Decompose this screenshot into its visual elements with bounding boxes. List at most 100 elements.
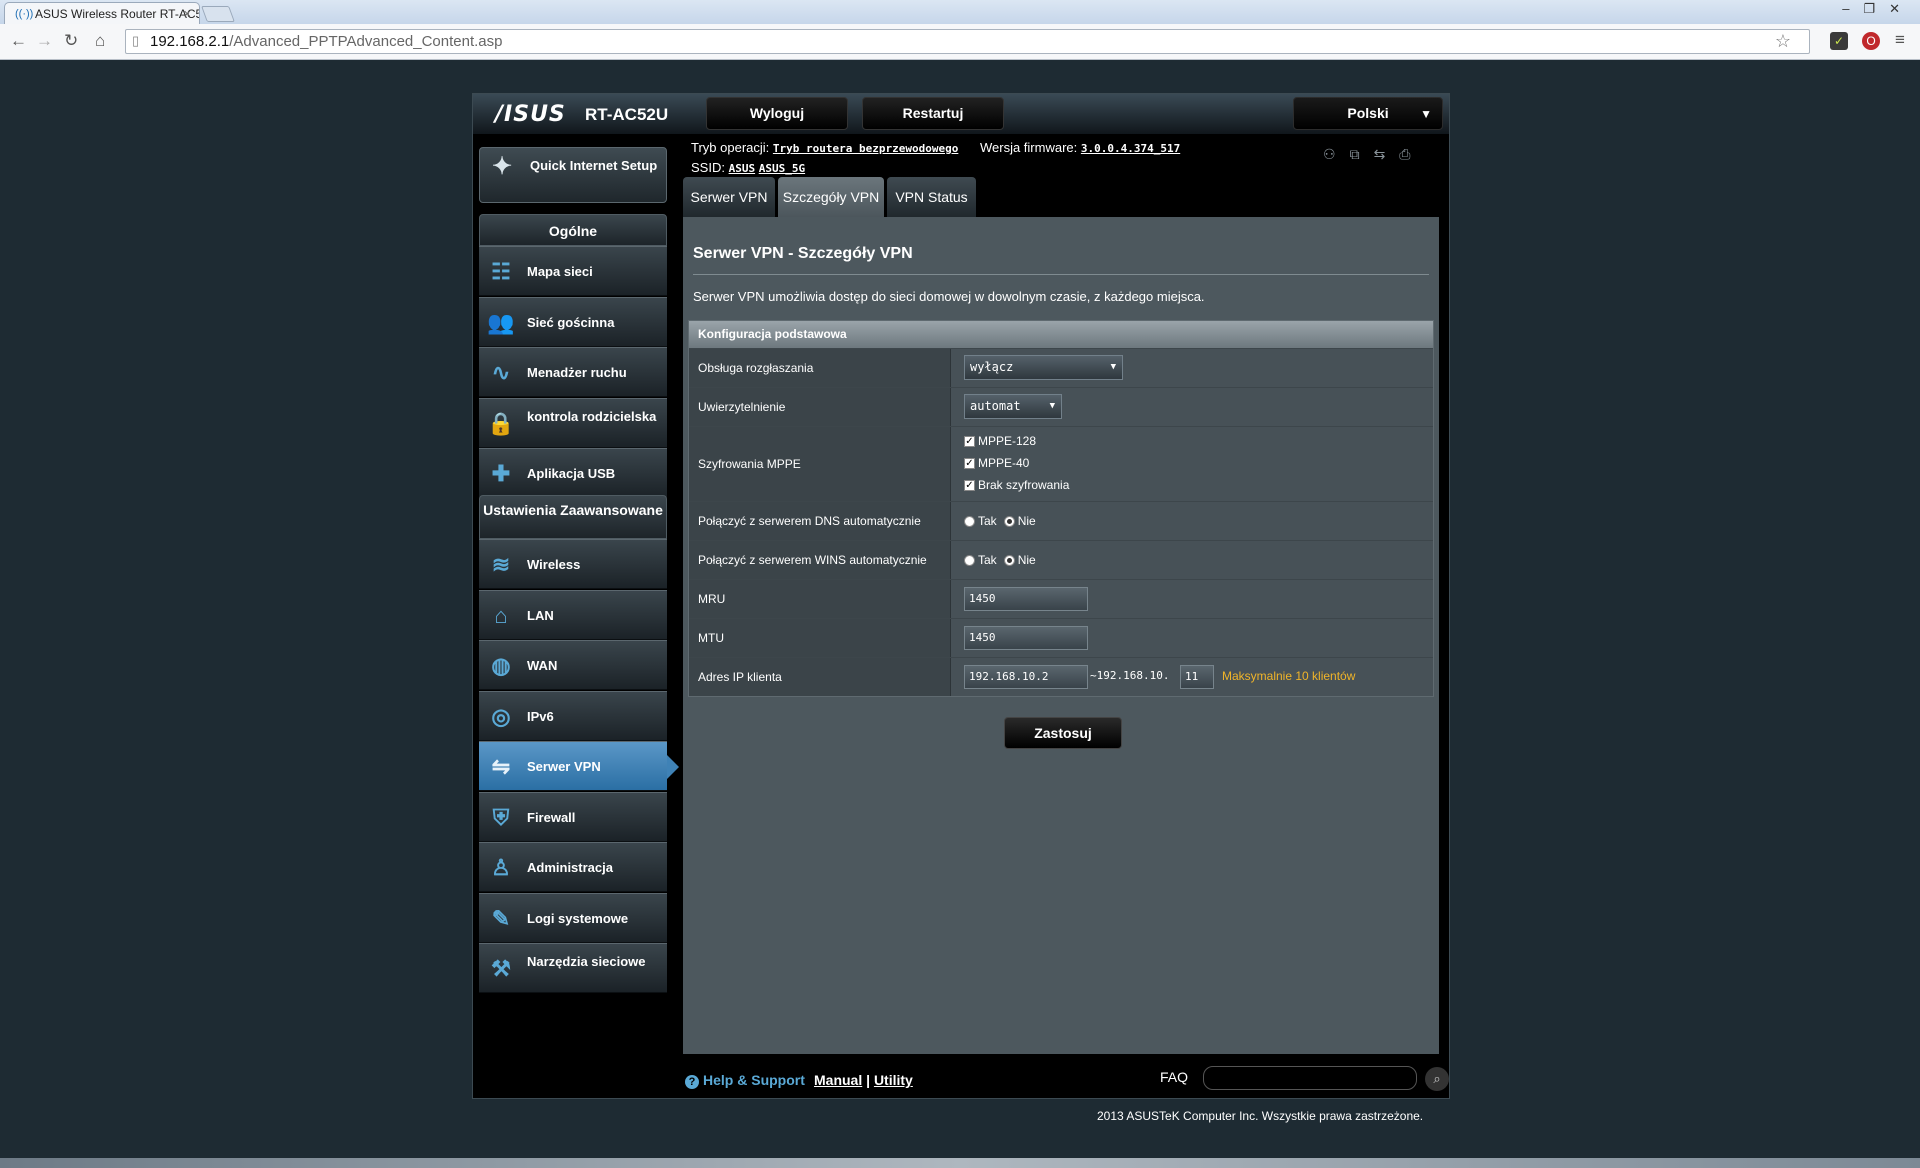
mppe-40-checkbox[interactable]: ✓ <box>964 457 975 469</box>
url-host: 192.168.2.1 <box>150 33 230 50</box>
sidebar-item-ipv6[interactable]: ◎ IPv6 <box>479 690 667 741</box>
mppe-row: Szyfrowania MPPE ✓ MPPE-128 ✓ MPPE-40 ✓ Bra… <box>689 426 1433 501</box>
magic-wand-icon: ✦ <box>492 153 513 180</box>
language-select[interactable]: Polski ▼ <box>1293 97 1443 130</box>
sidebar-item-logi-systemowe[interactable]: ✎ Logi systemowe <box>479 892 667 943</box>
sidebar-item-label: Mapa sieci <box>527 264 593 279</box>
minimize-icon[interactable]: – <box>1842 1 1863 16</box>
restore-icon[interactable]: ❐ <box>1863 1 1889 16</box>
ip-end-input[interactable]: 11 <box>1180 665 1214 689</box>
utility-link[interactable]: Utility <box>874 1072 913 1088</box>
sidebar-item-wan[interactable]: ◍ WAN <box>479 640 667 690</box>
dns-radio-group: Tak Nie <box>964 514 1036 528</box>
mtu-input[interactable]: 1450 <box>964 626 1088 650</box>
forward-icon[interactable]: → <box>36 31 53 51</box>
extension-icon[interactable]: ✓ <box>1830 32 1848 50</box>
apply-button[interactable]: Zastosuj <box>1004 717 1122 749</box>
status-info: Tryb operacji: Tryb routera bezprzewodow… <box>691 138 1180 178</box>
close-window-icon[interactable]: ✕ <box>1889 1 1914 16</box>
browser-tabbar: ((·)) ASUS Wireless Router RT-AC52U × –❐… <box>0 0 1920 24</box>
mppe-40-option: ✓ MPPE-40 <box>964 456 1029 470</box>
dropdown-arrow-icon: ▼ <box>1049 401 1055 411</box>
reload-icon[interactable]: ↻ <box>64 31 78 51</box>
back-icon[interactable]: ← <box>10 31 27 51</box>
sidebar-item-firewall[interactable]: ⛨ Firewall <box>479 791 667 842</box>
tab-vpn-status[interactable]: VPN Status <box>887 177 976 217</box>
links-separator: | <box>866 1072 871 1088</box>
copy-network-icon[interactable]: ⧉ <box>1350 146 1374 162</box>
address-bar[interactable]: ▯ 192.168.2.1/Advanced_PPTPAdvanced_Cont… <box>125 29 1810 54</box>
clients-icon[interactable]: ⚇ <box>1323 146 1350 162</box>
ssid-label: SSID: <box>691 160 725 175</box>
ssid-link-2[interactable]: ASUS_5G <box>759 162 805 175</box>
new-tab-button[interactable] <box>201 6 235 22</box>
wins-label: Połączyć z serwerem WINS automatycznie <box>689 541 951 579</box>
sidebar-item-kontrola-rodzicielska[interactable]: 🔒 kontrola rodzicielska <box>479 397 667 448</box>
wins-no-radio[interactable] <box>1003 554 1015 566</box>
router-frame: /ISUS RT-AC52U Wyloguj Restartuj Polski … <box>472 93 1450 1099</box>
sidebar-item-sie-go-cinna[interactable]: 👥 Sieć gościnna <box>479 296 667 347</box>
home-icon[interactable]: ⌂ <box>95 31 105 51</box>
mode-label: Tryb operacji: <box>691 140 770 155</box>
help-support-link[interactable]: ? Help & Support <box>685 1072 805 1089</box>
config-table: Konfiguracja podstawowa Obsługa rozgłasz… <box>688 320 1434 697</box>
ssid-link-1[interactable]: ASUS <box>729 162 756 175</box>
sidebar-item-label: IPv6 <box>527 708 554 724</box>
menu-icon[interactable]: ≡ <box>1895 30 1905 50</box>
logout-button[interactable]: Wyloguj <box>706 97 848 130</box>
sidebar-item-narz-dzia-sieciowe[interactable]: ⚒ Narzędzia sieciowe <box>479 943 667 993</box>
auth-value: automat <box>970 399 1021 413</box>
wins-radio-group: Tak Nie <box>964 553 1036 567</box>
printer-icon[interactable]: ⎙ <box>1399 146 1424 162</box>
sidebar-item-serwer-vpn[interactable]: ⇋ Serwer VPN <box>479 741 679 791</box>
sidebar-item-aplikacja-usb[interactable]: ✚ Aplikacja USB <box>479 448 667 498</box>
sidebar-item-menad-er-ruchu[interactable]: ∿ Menadżer ruchu <box>479 347 667 397</box>
wins-yes-radio[interactable] <box>964 554 975 566</box>
sidebar-item-administracja[interactable]: ♙ Administracja <box>479 842 667 892</box>
parental-lock-icon: 🔒 <box>487 410 515 436</box>
faq-search-input[interactable] <box>1203 1066 1417 1090</box>
mru-label: MRU <box>689 580 951 618</box>
browser-tab[interactable]: ((·)) ASUS Wireless Router RT-AC52U × <box>4 2 200 24</box>
mppe-128-checkbox[interactable]: ✓ <box>964 435 975 447</box>
chevron-down-icon: ▼ <box>1420 107 1432 121</box>
broadcast-select[interactable]: wyłącz ▼ <box>964 355 1123 380</box>
no-encryption-checkbox[interactable]: ✓ <box>964 479 975 491</box>
copyright: 2013 ASUSTeK Computer Inc. Wszystkie pra… <box>1097 1109 1424 1123</box>
auth-select[interactable]: automat ▼ <box>964 394 1062 419</box>
tab-vpn-server[interactable]: Serwer VPN <box>683 177 775 217</box>
sidebar-item-mapa-sieci[interactable]: ☷ Mapa sieci <box>479 246 667 296</box>
auth-label: Uwierzytelnienie <box>689 388 951 426</box>
quick-internet-setup-button[interactable]: ✦ Quick Internet Setup <box>479 147 667 203</box>
usb-icon[interactable]: ⇆ <box>1374 146 1400 162</box>
vpn-icon: ⇋ <box>491 754 511 779</box>
wins-no-label: Nie <box>1017 553 1036 567</box>
home-icon: ⌂ <box>494 602 508 628</box>
manual-link[interactable]: Manual <box>814 1072 862 1088</box>
advanced-section-title: Ustawienia Zaawansowane <box>479 495 667 539</box>
mru-input[interactable]: 1450 <box>964 587 1088 611</box>
dns-yes-label: Tak <box>978 514 997 528</box>
tab-title: ASUS Wireless Router RT-AC52U <box>35 7 200 21</box>
dns-yes-radio[interactable] <box>964 515 975 527</box>
window-controls[interactable]: –❐✕ <box>1842 1 1914 17</box>
search-icon[interactable]: ⌕ <box>1425 1067 1449 1091</box>
tab-vpn-details[interactable]: Szczegóły VPN <box>778 177 884 217</box>
restart-button[interactable]: Restartuj <box>862 97 1004 130</box>
bookmark-star-icon[interactable]: ☆ <box>1775 31 1791 52</box>
main-content: Serwer VPN - Szczegóły VPN Serwer VPN um… <box>683 217 1439 1054</box>
mode-value-link[interactable]: Tryb routera bezprzewodowego <box>773 142 958 155</box>
close-tab-icon[interactable]: × <box>183 6 191 21</box>
firmware-link[interactable]: 3.0.0.4.374_517 <box>1081 142 1180 155</box>
footer-links: Manual | Utility <box>814 1072 913 1088</box>
sidebar-item-lan[interactable]: ⌂ LAN <box>479 589 667 640</box>
page-description: Serwer VPN umożliwia dostęp do sieci dom… <box>693 289 1205 304</box>
sidebar-item-wireless[interactable]: ≋ Wireless <box>479 539 667 589</box>
log-edit-icon: ✎ <box>491 905 511 931</box>
admin-user-icon: ♙ <box>491 855 511 880</box>
ip-start-input[interactable]: 192.168.10.2 <box>964 665 1088 689</box>
dns-no-radio[interactable] <box>1003 515 1015 527</box>
opera-extension-icon[interactable]: O <box>1862 32 1880 50</box>
sidebar-item-label: Sieć gościnna <box>527 314 615 330</box>
wins-row: Połączyć z serwerem WINS automatycznie T… <box>689 540 1433 579</box>
